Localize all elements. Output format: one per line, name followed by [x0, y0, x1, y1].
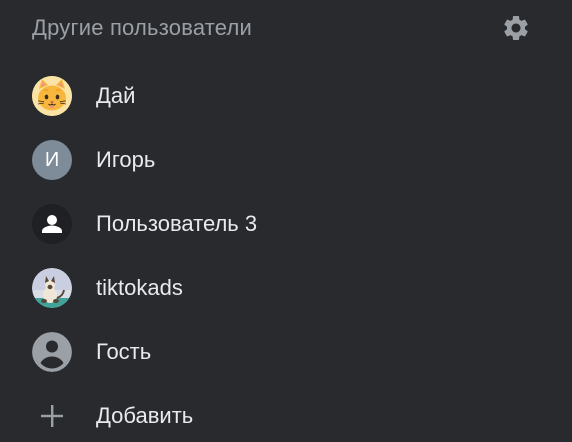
- profile-name: Гость: [96, 339, 152, 364]
- avatar-dai: [32, 76, 72, 116]
- guest-person-icon: [32, 332, 72, 372]
- profiles-header: Другие пользователи: [0, 0, 572, 56]
- avatar-user-3: [32, 204, 72, 244]
- profile-item-tiktokads[interactable]: tiktokads: [0, 256, 572, 320]
- profile-item-igor[interactable]: И Игорь: [0, 128, 572, 192]
- person-icon: [32, 204, 72, 244]
- siamese-cat-photo: [32, 268, 72, 308]
- profile-name: tiktokads: [96, 275, 183, 300]
- add-profile-label: Добавить: [96, 403, 194, 428]
- profile-item-dai[interactable]: Дай: [0, 64, 572, 128]
- plus-icon: [36, 400, 68, 432]
- profile-name: Пользователь 3: [96, 211, 258, 236]
- avatar-igor: И: [32, 140, 72, 180]
- profile-name: Игорь: [96, 147, 156, 172]
- avatar-guest: [32, 332, 72, 372]
- section-title: Другие пользователи: [32, 15, 253, 40]
- cat-face-icon: [32, 76, 72, 116]
- profile-item-guest[interactable]: Гость: [0, 320, 572, 384]
- profile-name: Дай: [96, 83, 136, 108]
- gear-icon: [504, 16, 528, 40]
- settings-button[interactable]: [496, 8, 536, 48]
- add-profile-button[interactable]: Добавить: [0, 384, 572, 442]
- profile-list: Дай И Игорь Пользователь 3 tiktokads Гос…: [0, 64, 572, 442]
- profile-item-user-3[interactable]: Пользователь 3: [0, 192, 572, 256]
- avatar-tiktokads: [32, 268, 72, 308]
